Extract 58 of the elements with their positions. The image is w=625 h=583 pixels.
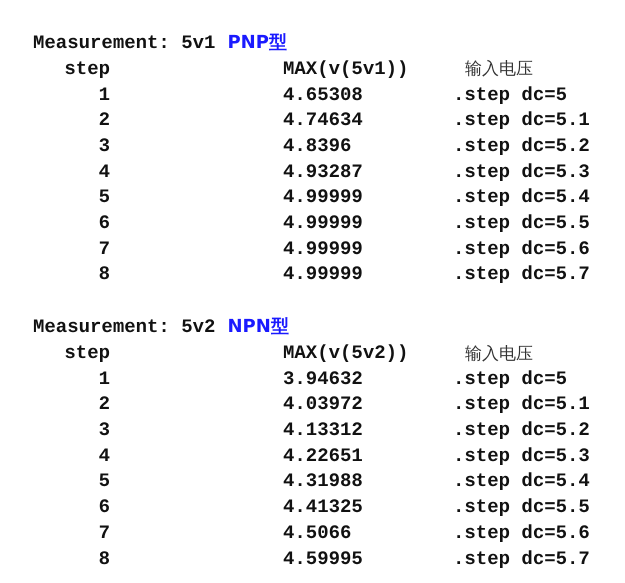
table-cell-text: 4.22651 bbox=[283, 444, 364, 467]
table-cell-text: 4.03972 bbox=[283, 393, 364, 416]
measurement-label: Measurement: 5v2 bbox=[33, 316, 216, 338]
table-cell: 3 bbox=[98, 134, 110, 157]
measurement-label: Measurement: 5v1 bbox=[33, 32, 216, 54]
table-cell-text: 4.5066 bbox=[283, 522, 352, 544]
table-cell-text: 4.65308 bbox=[283, 84, 364, 106]
table-cell: 2 bbox=[98, 393, 110, 416]
column-header: MAX(v(5v2)) bbox=[283, 342, 410, 364]
table-cell-text: .step dc=5 bbox=[453, 84, 568, 106]
table-cell-text: .step dc=5.3 bbox=[453, 160, 591, 183]
table-cell: 1 bbox=[98, 368, 110, 390]
table-cell: 5 bbox=[98, 470, 110, 492]
column-header: MAX(v(5v1)) bbox=[283, 58, 410, 80]
table-cell: 7 bbox=[98, 238, 110, 260]
type-tag: PNP型 bbox=[227, 30, 287, 54]
table-cell: 1 bbox=[98, 84, 110, 106]
table-cell-text: .step dc=5.2 bbox=[453, 134, 591, 157]
column-header: step bbox=[64, 342, 110, 364]
table-cell-text: 4.74634 bbox=[283, 109, 364, 132]
table-cell: 2 bbox=[98, 109, 110, 132]
table-cell-text: 4.99999 bbox=[283, 263, 364, 286]
table-cell-text: .step dc=5.2 bbox=[453, 419, 591, 442]
table-cell: 6 bbox=[98, 212, 110, 234]
table-cell: 6 bbox=[98, 496, 110, 518]
table-cell: 3 bbox=[98, 419, 110, 442]
table-cell-text: 4.99999 bbox=[283, 186, 364, 208]
table-cell-text: 4.59995 bbox=[283, 548, 364, 570]
table-cell-text: .step dc=5.6 bbox=[453, 238, 591, 260]
table-cell: 8 bbox=[98, 548, 110, 570]
table-cell-text: 4.8396 bbox=[283, 134, 352, 157]
column-header: 输入电压 bbox=[464, 342, 534, 365]
table-cell-text: 3.94632 bbox=[283, 368, 364, 390]
column-header: 输入电压 bbox=[464, 58, 534, 80]
type-tag: NPN型 bbox=[227, 314, 289, 338]
table-cell-text: .step dc=5.1 bbox=[453, 109, 591, 132]
table-cell: 8 bbox=[98, 263, 110, 286]
table-cell-text: .step dc=5.7 bbox=[453, 548, 591, 570]
table-cell-text: 4.99999 bbox=[283, 238, 364, 260]
table-cell-text: .step dc=5.4 bbox=[453, 470, 591, 492]
table-cell: 4 bbox=[98, 444, 110, 467]
table-cell-text: .step dc=5.5 bbox=[453, 496, 591, 518]
table-cell-text: .step dc=5.3 bbox=[453, 444, 591, 467]
table-cell-text: 4.13312 bbox=[283, 419, 364, 442]
table-cell-text: 4.99999 bbox=[283, 212, 364, 234]
table-cell-text: .step dc=5.4 bbox=[453, 186, 591, 208]
table-cell-text: .step dc=5.5 bbox=[453, 212, 591, 234]
table-cell-text: .step dc=5 bbox=[453, 368, 568, 390]
table-cell-text: 4.31988 bbox=[283, 470, 364, 492]
table-cell-text: 4.93287 bbox=[283, 160, 364, 183]
table-cell-text: .step dc=5.1 bbox=[453, 393, 591, 416]
table-cell-text: .step dc=5.6 bbox=[453, 522, 591, 544]
table-cell: 7 bbox=[98, 522, 110, 544]
table-cell-text: .step dc=5.7 bbox=[453, 263, 591, 286]
column-header: step bbox=[64, 58, 110, 80]
table-cell: 4 bbox=[98, 160, 110, 183]
table-cell-text: 4.41325 bbox=[283, 496, 364, 518]
table-cell: 5 bbox=[98, 186, 110, 208]
